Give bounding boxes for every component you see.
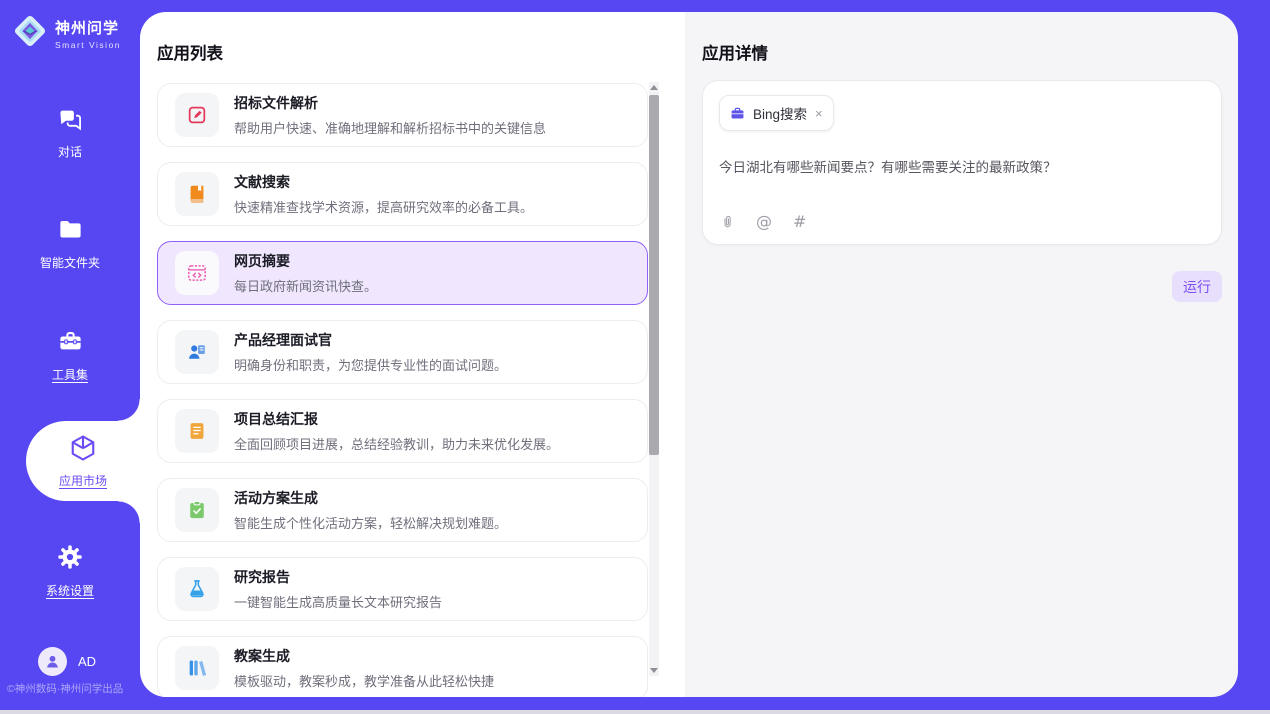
app-card[interactable]: 网页摘要 每日政府新闻资讯快查。 <box>157 241 648 305</box>
tool-chip-label: Bing搜索 <box>753 103 807 123</box>
scroll-down-icon[interactable] <box>650 668 658 673</box>
toolbox-icon <box>57 328 84 360</box>
app-card-description: 帮助用户快速、准确地理解和解析招标书中的关键信息 <box>234 118 546 137</box>
question-text[interactable]: 今日湖北有哪些新闻要点？有哪些需要关注的最新政策？ <box>719 156 1205 176</box>
paperclip-icon[interactable] <box>720 213 735 231</box>
app-card[interactable]: 教案生成 模板驱动，教案秒成，教学准备从此轻松快捷 <box>157 636 648 697</box>
flask-icon <box>186 578 208 600</box>
tool-chip-bing[interactable]: Bing搜索 × <box>719 95 834 131</box>
avatar[interactable] <box>38 647 67 676</box>
person-icon <box>43 652 62 671</box>
app-card-description: 全面回顾项目进展，总结经验教训，助力未来优化发展。 <box>234 434 559 453</box>
app-card-title: 项目总结汇报 <box>234 409 559 429</box>
clipboard-check-icon <box>186 499 208 521</box>
app-card-description: 一键智能生成高质量长文本研究报告 <box>234 592 442 611</box>
bottom-edge <box>0 710 1270 714</box>
app-card-title: 教案生成 <box>234 646 494 666</box>
app-card-title: 研究报告 <box>234 567 442 587</box>
app-card[interactable]: 文献搜索 快速精准查找学术资源，提高研究效率的必备工具。 <box>157 162 648 226</box>
app-card[interactable]: 研究报告 一键智能生成高质量长文本研究报告 <box>157 557 648 621</box>
app-card[interactable]: 活动方案生成 智能生成个性化活动方案，轻松解决规划难题。 <box>157 478 648 542</box>
hash-icon[interactable]: # <box>793 212 806 231</box>
chat-icon <box>57 105 84 137</box>
app-card-description: 智能生成个性化活动方案，轻松解决规划难题。 <box>234 513 507 532</box>
app-list: 招标文件解析 帮助用户快速、准确地理解和解析招标书中的关键信息 文献搜索 快速精… <box>157 83 648 697</box>
app-card-description: 明确身份和职责，为您提供专业性的面试问题。 <box>234 355 507 374</box>
user-account[interactable]: AD <box>38 647 96 676</box>
edit-document-icon <box>186 104 208 126</box>
brand-tagline: Smart Vision <box>55 40 121 50</box>
app-card-description: 模板驱动，教案秒成，教学准备从此轻松快捷 <box>234 671 494 690</box>
brand-name: 神州问学 <box>55 17 121 38</box>
folder-icon <box>57 216 84 248</box>
sidebar-item-toolbox[interactable]: 工具集 <box>0 328 140 383</box>
books-icon <box>186 657 208 679</box>
app-list-panel: 应用列表 招标文件解析 帮助用户快速、准确地理解和解析招标书中的关键信息 文献搜… <box>140 12 685 697</box>
app-detail-panel: 应用详情 Bing搜索 × 今日湖北有哪些新闻要点？有哪些需要关注的最新政策？ <box>685 12 1238 697</box>
interviewer-icon <box>186 341 208 363</box>
sidebar: 神州问学 Smart Vision 对话 智能文件夹 工具集 应用市场 系统设置… <box>0 0 140 710</box>
sidebar-item-cube[interactable]: 应用市场 <box>26 421 140 501</box>
app-card-title: 文献搜索 <box>234 172 533 192</box>
close-icon[interactable]: × <box>815 107 823 120</box>
sidebar-item-chat[interactable]: 对话 <box>0 105 140 160</box>
sidebar-item-gear[interactable]: 系统设置 <box>0 543 140 599</box>
composer-toolbar: @ # <box>720 212 806 231</box>
app-card[interactable]: 产品经理面试官 明确身份和职责，为您提供专业性的面试问题。 <box>157 320 648 384</box>
run-button[interactable]: 运行 <box>1172 271 1222 302</box>
app-card-title: 招标文件解析 <box>234 93 546 113</box>
app-card-description: 快速精准查找学术资源，提高研究效率的必备工具。 <box>234 197 533 216</box>
briefcase-icon <box>730 106 745 121</box>
app-detail-title: 应用详情 <box>702 40 768 64</box>
scrollbar[interactable] <box>649 82 659 676</box>
sidebar-item-folder[interactable]: 智能文件夹 <box>0 216 140 271</box>
copyright-text: ©神州数码·神州问学出品 <box>7 681 140 696</box>
app-card-title: 产品经理面试官 <box>234 330 507 350</box>
browser-code-icon <box>186 262 208 284</box>
mention-icon[interactable]: @ <box>756 212 772 231</box>
app-input-card: Bing搜索 × 今日湖北有哪些新闻要点？有哪些需要关注的最新政策？ @ # <box>702 80 1222 245</box>
app-card-title: 活动方案生成 <box>234 488 507 508</box>
book-icon <box>186 183 208 205</box>
brand-text: 神州问学 Smart Vision <box>55 17 121 50</box>
app-list-title: 应用列表 <box>157 40 223 64</box>
app-card-description: 每日政府新闻资讯快查。 <box>234 276 377 295</box>
scrollbar-thumb[interactable] <box>649 95 659 455</box>
brand-logo: 神州问学 Smart Vision <box>12 13 121 54</box>
gear-icon <box>56 543 84 576</box>
app-card[interactable]: 项目总结汇报 全面回顾项目进展，总结经验教训，助力未来优化发展。 <box>157 399 648 463</box>
report-note-icon <box>186 420 208 442</box>
cube-icon <box>68 433 98 468</box>
app-card-title: 网页摘要 <box>234 251 377 271</box>
app-card[interactable]: 招标文件解析 帮助用户快速、准确地理解和解析招标书中的关键信息 <box>157 83 648 147</box>
user-name: AD <box>78 654 96 669</box>
scroll-up-icon[interactable] <box>650 85 658 90</box>
content-area: 应用列表 招标文件解析 帮助用户快速、准确地理解和解析招标书中的关键信息 文献搜… <box>140 12 1238 697</box>
diamond-logo-icon <box>12 13 48 54</box>
